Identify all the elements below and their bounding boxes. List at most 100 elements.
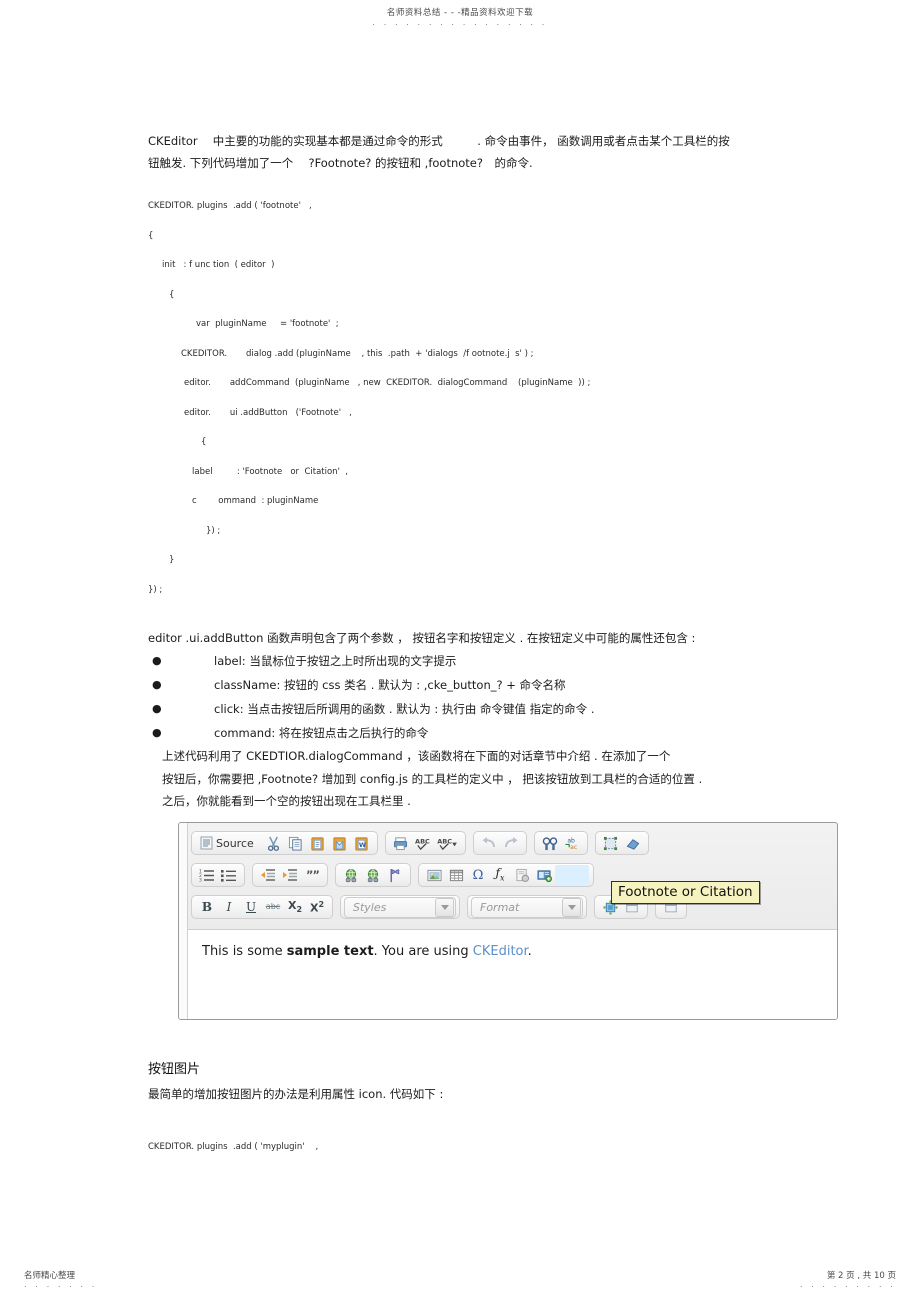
editor-content-area[interactable]: This is some sample text. You are using …: [188, 929, 837, 1019]
editor-sample-text: This is some sample text. You are using …: [188, 930, 837, 959]
toolbar-group-lists: 123: [191, 863, 245, 887]
svg-text:ABC: ABC: [437, 837, 452, 845]
toolbar-group-format: Format: [467, 895, 587, 919]
code-line: {: [148, 230, 154, 241]
toolbar-group-basicstyles: B I U abc X2 X2: [191, 895, 333, 919]
toolbar-group-selection: [594, 831, 649, 855]
link-icon[interactable]: [340, 865, 362, 885]
toolbar-row-1: Source W ABC ABC ab ac: [191, 829, 837, 857]
code-line: editor. ui .addButton ('Footnote' ,: [184, 407, 352, 418]
code-line: }: [169, 555, 175, 565]
paste-icon[interactable]: [307, 833, 329, 853]
styles-combo-label: Styles: [353, 900, 387, 914]
list-item: ● className: 按钮的 css 类名 . 默认为 : ,cke_butt…: [148, 673, 773, 697]
editor-toolbar: Source W ABC ABC ab ac 1 2 3 ” ” Ω ƒx B …: [187, 823, 837, 925]
code-line: var pluginName = 'footnote' ;: [196, 319, 339, 329]
attrs-heading: editor .ui.addButton 函数声明包含了两个参数 ， 按钮名字和…: [148, 631, 696, 645]
superscript-icon[interactable]: X2: [306, 897, 328, 917]
subscript-icon[interactable]: X2: [284, 897, 306, 917]
page-footer-right: 第 2 页 , 共 10 页 · · · · · · · · ·: [800, 1269, 896, 1291]
bold-icon[interactable]: B: [196, 897, 218, 917]
toolbar-group-history: [472, 831, 527, 855]
attribute-list: ● label: 当鼠标位于按钮之上时所出现的文字提示 ● className: 按…: [148, 649, 773, 745]
code-line: {: [169, 289, 175, 300]
svg-text:ABC: ABC: [415, 837, 430, 845]
svg-text:3: 3: [199, 878, 202, 883]
list-item: ● click: 当点击按钮后所调用的函数 . 默认为 : 执行由 命令键值 指定…: [148, 697, 773, 721]
copy-icon[interactable]: [285, 833, 307, 853]
chevron-down-icon[interactable]: [562, 897, 581, 917]
find-icon[interactable]: [539, 833, 561, 853]
sample-text-suffix: .: [527, 944, 532, 959]
remove-format-icon[interactable]: [622, 833, 644, 853]
page-break-icon[interactable]: [511, 865, 533, 885]
math-formula-icon[interactable]: ƒx: [489, 865, 511, 885]
attrs-paragraph-line: 之后，你就能看到一个空的按钮出现在工具栏里 .: [162, 794, 411, 808]
sample-text-middle: . You are using: [373, 944, 473, 959]
unlink-icon[interactable]: [362, 865, 384, 885]
code-line: CKEDITOR. plugins .add ( 'footnote' ,: [148, 201, 312, 211]
intro-line-2: 钮触发. 下列代码增加了一个 ?Footnote? 的按钮和 ,footnote…: [148, 156, 533, 170]
intro-line-1: CKEditor 中主要的功能的实现基本都是通过命令的形式 . 命令由事件， 函…: [148, 134, 730, 148]
source-button[interactable]: Source: [196, 833, 263, 853]
bullet-icon: ●: [152, 678, 162, 691]
image-icon[interactable]: [423, 865, 445, 885]
code-block-footnote-plugin: CKEDITOR. plugins .add ( 'footnote' , { …: [148, 192, 773, 605]
list-item-label: click: 当点击按钮后所调用的函数 . 默认为 : 执行由 命令键值 指定的…: [214, 702, 595, 716]
format-combo[interactable]: Format: [471, 896, 583, 918]
special-char-icon[interactable]: Ω: [467, 865, 489, 885]
bulleted-list-icon[interactable]: [218, 865, 240, 885]
code-line: }) ;: [206, 525, 221, 536]
sample-text-prefix: This is some: [202, 944, 287, 959]
source-button-label: Source: [216, 836, 254, 850]
toolbar-group-styles: Styles: [340, 895, 460, 919]
blockquote-icon[interactable]: ””: [301, 865, 323, 885]
paste-from-word-icon[interactable]: W: [351, 833, 373, 853]
code-line: editor. addCommand (pluginName , new CKE…: [184, 378, 591, 388]
toolbar-group-document: Source W: [191, 831, 378, 855]
page-footer-left-dots: · · · · · · ·: [24, 1282, 98, 1291]
redo-icon[interactable]: [500, 833, 522, 853]
undo-icon[interactable]: [478, 833, 500, 853]
code-line: CKEDITOR. plugins .add ( 'myplugin' ,: [148, 1142, 319, 1152]
cut-icon[interactable]: [263, 833, 285, 853]
format-combo-label: Format: [480, 900, 520, 914]
footnote-tooltip: Footnote or Citation: [611, 881, 760, 904]
page-number-text: 第 2 页 , 共 10 页: [826, 1271, 896, 1281]
italic-icon[interactable]: I: [218, 897, 240, 917]
table-icon[interactable]: [445, 865, 467, 885]
decrease-indent-icon[interactable]: [257, 865, 279, 885]
print-icon[interactable]: [390, 833, 412, 853]
list-item-label: className: 按钮的 css 类名 . 默认为 : ,cke_butto…: [214, 678, 566, 692]
select-all-icon[interactable]: [600, 833, 622, 853]
svg-text:ac: ac: [570, 844, 577, 851]
replace-icon[interactable]: ab ac: [561, 833, 583, 853]
page-footer-right-dots: · · · · · · · · ·: [799, 1282, 896, 1291]
empty-button-slot[interactable]: [555, 865, 589, 885]
code-line: label : 'Footnote or Citation' ,: [192, 466, 349, 477]
template-icon[interactable]: [533, 865, 555, 885]
intro-paragraph: CKEditor 中主要的功能的实现基本都是通过命令的形式 . 命令由事件， 函…: [148, 130, 773, 174]
chevron-down-icon[interactable]: [435, 897, 454, 917]
strikethrough-icon[interactable]: abc: [262, 897, 284, 917]
list-item: ● label: 当鼠标位于按钮之上时所出现的文字提示: [148, 649, 773, 673]
attrs-paragraph: 上述代码利用了 CKEDTIOR.dialogCommand ，该函数将在下面的…: [148, 745, 773, 813]
toolbar-group-insert: Ω ƒx: [418, 863, 594, 887]
anchor-icon[interactable]: [384, 865, 406, 885]
styles-combo[interactable]: Styles: [344, 896, 456, 918]
page-header: 名师资料总结 - - -精品资料欢迎下载 · · · · · · · · · ·…: [0, 6, 920, 29]
sample-text-link[interactable]: CKEditor: [473, 944, 528, 959]
numbered-list-icon[interactable]: 123: [196, 865, 218, 885]
underline-icon[interactable]: U: [240, 897, 262, 917]
code-block-myplugin: CKEDITOR. plugins .add ( 'myplugin' ,: [148, 1133, 773, 1163]
toolbar-group-find: ab ac: [533, 831, 588, 855]
increase-indent-icon[interactable]: [279, 865, 301, 885]
spellcheck-as-you-type-icon[interactable]: ABC: [434, 833, 461, 853]
document-content: CKEditor 中主要的功能的实现基本都是通过命令的形式 . 命令由事件， 函…: [148, 130, 773, 813]
attrs-paragraph-line: 上述代码利用了 CKEDTIOR.dialogCommand ，该函数将在下面的…: [162, 749, 671, 763]
code-line: }) ;: [148, 584, 163, 595]
paste-text-icon[interactable]: [329, 833, 351, 853]
ckeditor-screenshot: Source W ABC ABC ab ac 1 2 3 ” ” Ω ƒx B …: [178, 822, 838, 1020]
page-header-dotted-rule: · · · · · · · · · · · · · · · ·: [372, 20, 548, 29]
spellcheck-icon[interactable]: ABC: [412, 833, 434, 853]
